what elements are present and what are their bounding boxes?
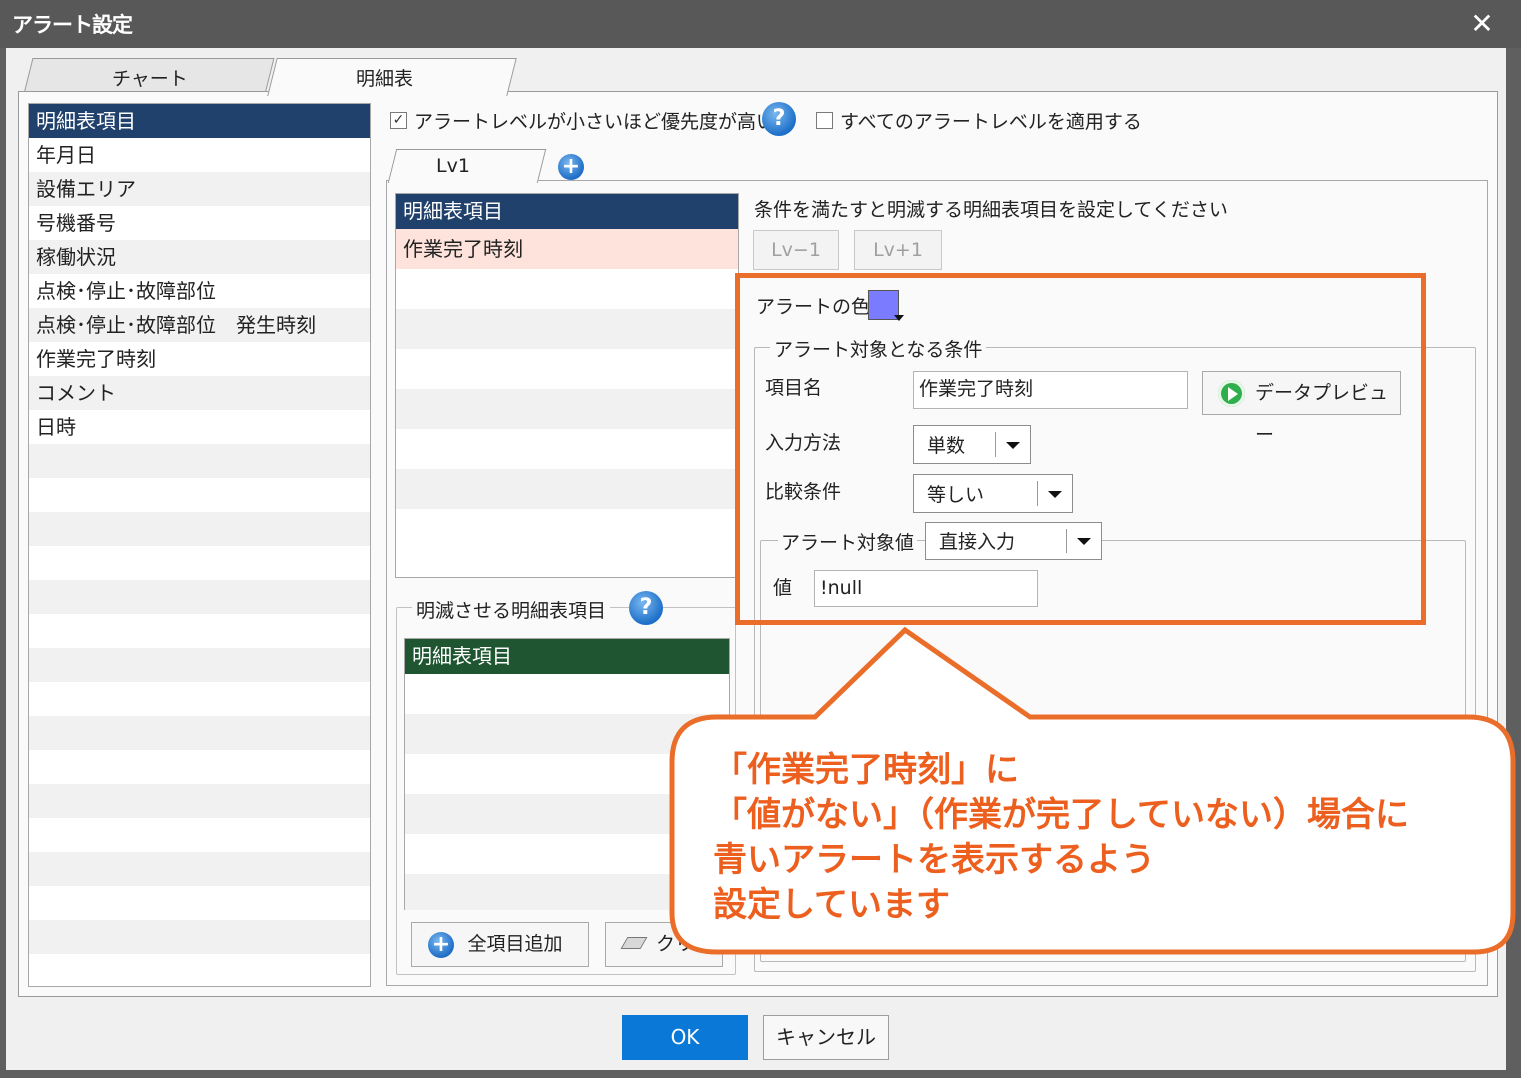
callout-text: 「作業完了時刻」に 「値がない」（作業が完了していない）場合に 青いアラートを表… [713, 748, 1513, 928]
callout-line: 設定しています [713, 885, 950, 925]
ok-button[interactable]: OK [622, 1015, 748, 1060]
cancel-button[interactable]: キャンセル [763, 1015, 889, 1060]
callout-line: 青いアラートを表示するよう [713, 840, 1155, 880]
callout-line: 「作業完了時刻」に [713, 750, 1019, 790]
callout-line: 「値がない」（作業が完了していない）場合に [713, 795, 1409, 835]
